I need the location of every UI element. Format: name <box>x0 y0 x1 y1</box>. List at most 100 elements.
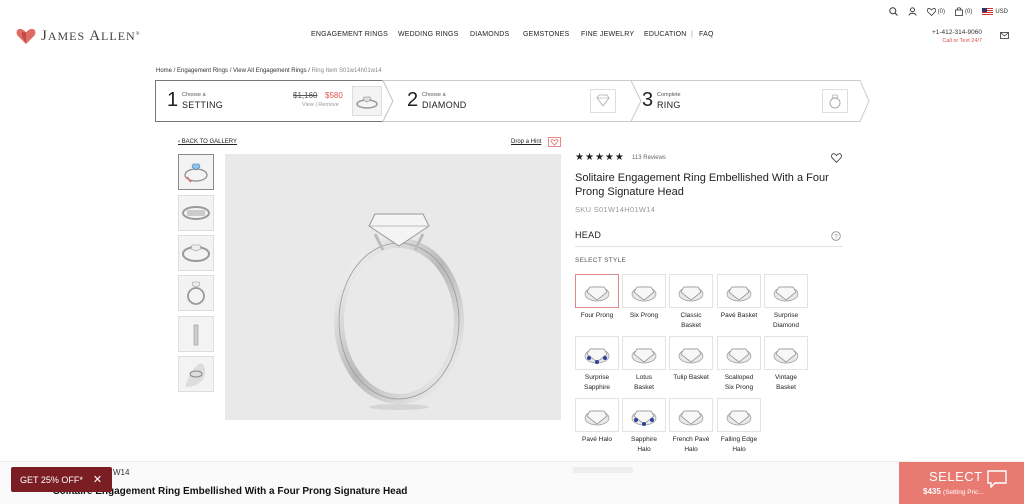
step-1-sale-price: $580 <box>325 91 343 100</box>
diamond-outline-icon <box>596 94 610 107</box>
step-3-title: RING <box>657 100 681 110</box>
style-option-french-pave-halo[interactable] <box>669 398 713 432</box>
style-option-classic-basket[interactable] <box>669 274 713 308</box>
surprise-sapphire-head-icon <box>584 348 610 364</box>
step-3-number: 3 <box>642 89 654 111</box>
ring-3d-icon <box>184 163 208 183</box>
pave-basket-head-icon <box>726 286 752 302</box>
head-section-title: HEAD <box>575 230 602 240</box>
nav-education[interactable]: EDUCATION <box>644 31 687 38</box>
style-option-falling-edge-halo[interactable] <box>717 398 761 432</box>
nav-diamonds[interactable]: DIAMONDS <box>470 31 509 38</box>
product-title: Solitaire Engagement Ring Embellished Wi… <box>575 172 829 198</box>
pave-halo-head-icon <box>584 410 610 426</box>
nav-engagement-rings[interactable]: ENGAGEMENT RINGS <box>311 31 388 38</box>
step-1-caption: Choose a <box>182 92 206 98</box>
back-to-gallery-link[interactable]: ‹ BACK TO GALLERY <box>178 139 237 145</box>
style-option-label[interactable]: Falling Edge <box>711 435 767 445</box>
star-icon: ★ <box>575 152 584 163</box>
star-icon: ★ <box>594 152 604 163</box>
phone-number[interactable]: +1-412-314-9060 <box>932 29 982 37</box>
reviews-link[interactable]: 113 Reviews <box>632 155 666 161</box>
style-option-label[interactable]: Basket <box>616 383 672 393</box>
gallery-thumb-4[interactable] <box>178 275 214 311</box>
rating-stars[interactable]: ★ ★ ★ ★ ★ <box>575 153 624 163</box>
style-option-pave-halo[interactable] <box>575 398 619 432</box>
nav-fine-jewelry[interactable]: FINE JEWELRY <box>581 31 634 38</box>
style-option-tulip-basket[interactable] <box>669 336 713 370</box>
breadcrumb: Home / Engagement Rings / View All Engag… <box>156 68 382 74</box>
style-option-label[interactable]: Basket <box>758 383 814 393</box>
star-icon: ★ <box>584 152 594 163</box>
four-prong-head-icon <box>584 286 610 302</box>
section-divider <box>575 246 843 247</box>
select-style-label: SELECT STYLE <box>575 257 627 264</box>
style-option-label[interactable]: Basket <box>663 321 719 331</box>
ring-thumbnail-icon <box>356 96 378 109</box>
lotus-basket-head-icon <box>631 348 657 364</box>
select-price: $435 (Setting Pric... <box>923 487 984 496</box>
falling-edge-halo-head-icon <box>726 410 752 426</box>
classic-basket-head-icon <box>678 286 704 302</box>
gallery-thumb-5[interactable] <box>178 316 214 352</box>
top-bar: JAMES ALLEN® ENGAGEMENT RINGS WEDDING RI… <box>0 0 1024 60</box>
wishlist-link[interactable]: (0) <box>926 7 945 16</box>
star-icon: ★ <box>604 152 614 163</box>
cart-count: (0) <box>964 8 973 15</box>
style-option-label[interactable]: Halo <box>711 445 767 455</box>
hint-heart-icon[interactable] <box>548 137 561 147</box>
nav-faq[interactable]: FAQ <box>699 31 714 38</box>
wishlist-count: (0) <box>937 8 945 15</box>
gallery-thumb-2[interactable] <box>178 195 214 231</box>
nav-wedding-rings[interactable]: WEDDING RINGS <box>398 31 459 38</box>
promo-banner[interactable]: GET 25% OFF* ✕ <box>11 467 112 492</box>
style-option-label[interactable]: Vintage <box>758 373 814 383</box>
six-prong-head-icon <box>631 286 657 302</box>
step-2-title: DIAMOND <box>422 100 467 110</box>
cart-link[interactable]: (0) <box>955 7 972 16</box>
ring-photo-icon <box>182 206 210 220</box>
gallery-thumb-6[interactable] <box>178 356 214 392</box>
style-option-four-prong[interactable] <box>575 274 619 308</box>
product-sku: SKU S01W14H01W14 <box>575 205 656 214</box>
style-option-six-prong[interactable] <box>622 274 666 308</box>
view-remove-links[interactable]: View | Remove <box>302 102 339 108</box>
bottom-sku: W14 <box>113 468 130 477</box>
search-icon[interactable] <box>888 7 898 16</box>
help-icon[interactable]: ? <box>831 231 841 241</box>
style-option-pave-basket[interactable] <box>717 274 761 308</box>
gallery-thumb-1[interactable] <box>178 154 214 190</box>
style-option-label[interactable]: Surprise <box>758 311 814 321</box>
main-nav: ENGAGEMENT RINGS WEDDING RINGS DIAMONDS … <box>0 31 1024 43</box>
close-icon[interactable]: ✕ <box>93 473 102 486</box>
step-2-number: 2 <box>407 89 419 111</box>
style-option-surprise-sapphire[interactable] <box>575 336 619 370</box>
nav-gemstones[interactable]: GEMSTONES <box>523 31 569 38</box>
currency-selector[interactable]: USD <box>982 8 1008 15</box>
style-option-sapphire-halo[interactable] <box>622 398 666 432</box>
french-pave-halo-head-icon <box>678 410 704 426</box>
back-to-gallery-label: BACK TO GALLERY <box>181 139 238 145</box>
account-icon[interactable] <box>908 7 917 16</box>
sapphire-halo-head-icon <box>631 410 657 426</box>
email-icon[interactable] <box>1000 32 1009 39</box>
utility-icons: (0) (0) USD <box>888 7 1008 16</box>
style-option-label[interactable]: Diamond <box>758 321 814 331</box>
breadcrumb-path[interactable]: Home / Engagement Rings / View All Engag… <box>156 68 312 74</box>
diamond-placeholder <box>590 89 616 113</box>
contact-info[interactable]: +1-412-314-9060 Call or Text 24/7 <box>932 29 982 45</box>
step-1-number: 1 <box>167 89 179 111</box>
style-option-surprise-diamond[interactable] <box>764 274 808 308</box>
sticky-bottom-bar <box>0 461 1024 504</box>
product-main-image[interactable] <box>225 154 561 420</box>
step-2-caption: Choose a <box>422 92 446 98</box>
style-option-scalloped-six-prong[interactable] <box>717 336 761 370</box>
favorite-heart-icon[interactable] <box>831 153 842 163</box>
drop-a-hint-link[interactable]: Drop a Hint <box>511 139 541 145</box>
heart-icon <box>926 7 936 16</box>
style-option-vintage-basket[interactable] <box>764 336 808 370</box>
style-option-lotus-basket[interactable] <box>622 336 666 370</box>
ring-photo-icon <box>187 281 205 305</box>
gallery-thumb-3[interactable] <box>178 235 214 271</box>
chat-icon[interactable] <box>986 470 1008 488</box>
